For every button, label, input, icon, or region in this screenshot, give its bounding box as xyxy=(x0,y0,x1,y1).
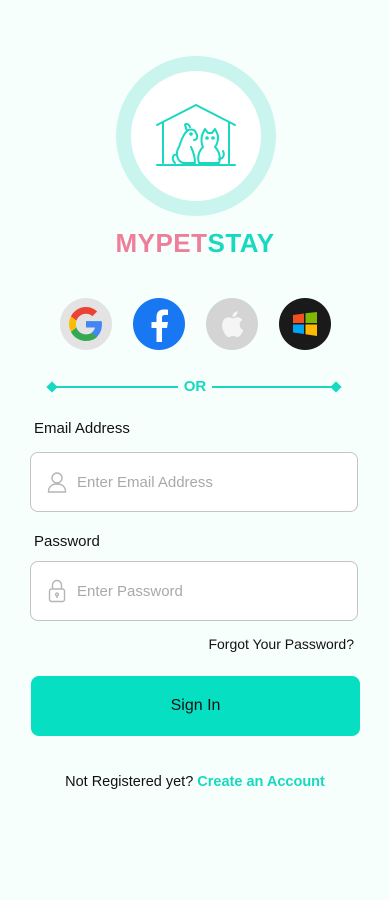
apple-icon xyxy=(222,311,244,337)
google-login-button[interactable] xyxy=(60,298,112,350)
email-label: Email Address xyxy=(34,420,130,437)
facebook-icon xyxy=(137,302,181,346)
social-login-row xyxy=(0,298,390,350)
divider-line-right xyxy=(212,386,336,388)
brand-name: MYPETSTAY xyxy=(0,228,390,259)
brand-name-part2: STAY xyxy=(207,228,275,258)
forgot-password-link[interactable]: Forgot Your Password? xyxy=(208,636,354,652)
password-label: Password xyxy=(34,533,100,550)
windows-login-button[interactable] xyxy=(279,298,331,350)
create-account-link[interactable]: Create an Account xyxy=(197,774,325,790)
divider-diamond-right xyxy=(330,381,342,393)
facebook-login-button[interactable] xyxy=(133,298,185,350)
password-input[interactable] xyxy=(77,582,357,600)
logo xyxy=(116,56,276,216)
pet-house-icon xyxy=(156,104,236,166)
sign-in-button[interactable]: Sign In xyxy=(31,676,360,736)
logo-inner-circle xyxy=(131,71,261,201)
lock-icon xyxy=(31,579,77,603)
windows-icon xyxy=(293,312,317,336)
or-text: OR xyxy=(183,378,207,395)
divider-line-left xyxy=(54,386,178,388)
login-screen: MYPETSTAY OR Email Address Enter Email A… xyxy=(0,0,390,900)
apple-login-button[interactable] xyxy=(206,298,258,350)
register-prompt-text: Not Registered yet? xyxy=(65,774,194,790)
user-icon xyxy=(31,471,77,493)
email-input[interactable] xyxy=(77,473,357,491)
register-prompt: Not Registered yet? Create an Account xyxy=(0,774,390,790)
google-icon xyxy=(69,307,102,341)
email-field[interactable] xyxy=(30,452,358,512)
brand-name-part1: MYPET xyxy=(115,228,208,258)
or-divider: OR xyxy=(46,378,342,396)
password-field[interactable] xyxy=(30,561,358,621)
